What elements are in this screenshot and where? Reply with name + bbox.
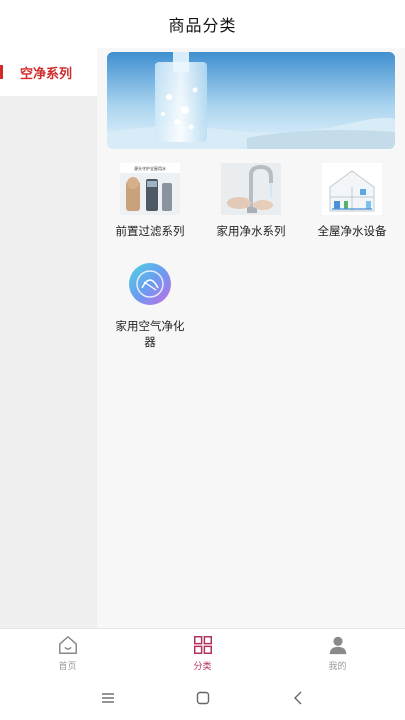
header: 商品分类 [0, 0, 405, 48]
sidebar-item-label: 空净系列 [20, 66, 73, 82]
category-sidebar: 空净系列 [0, 48, 97, 628]
category-label: 家用净水系列 [216, 224, 286, 238]
house-water-system-image [322, 163, 382, 215]
tab-label: 首页 [58, 662, 77, 672]
category-pre-filter[interactable]: 源头守护全屋用水 前置过滤系列 [105, 163, 195, 239]
category-home-water[interactable]: 家用净水系列 [206, 163, 296, 239]
selected-indicator [0, 65, 3, 79]
home-icon [58, 636, 77, 654]
image-caption: 源头守护全屋用水 [134, 165, 166, 171]
home-square-icon[interactable] [193, 688, 213, 708]
grid-icon [193, 636, 212, 654]
tab-label: 分类 [193, 662, 212, 672]
category-label: 前置过滤系列 [115, 224, 185, 238]
category-air-purifier[interactable]: 家用空气净化器 [105, 258, 195, 350]
tab-mine[interactable]: 我的 [270, 629, 405, 677]
pre-filter-product-image: 源头守护全屋用水 [120, 163, 180, 215]
page-title: 商品分类 [168, 16, 237, 35]
back-icon[interactable] [288, 688, 308, 708]
category-label: 家用空气净化器 [115, 319, 185, 349]
category-label: 全屋净水设备 [317, 224, 387, 238]
system-navigation-bar [0, 676, 405, 720]
tab-category[interactable]: 分类 [135, 629, 270, 677]
air-purifier-image [120, 258, 180, 310]
category-whole-house[interactable]: 全屋净水设备 [307, 163, 397, 239]
tab-label: 我的 [328, 662, 347, 672]
user-icon [329, 636, 346, 655]
tab-home[interactable]: 首页 [0, 629, 135, 677]
sidebar-item-air-purification[interactable]: 空净系列 [0, 48, 97, 96]
banner-image[interactable] [107, 52, 395, 149]
menu-icon[interactable] [98, 688, 118, 708]
category-content: 源头守护全屋用水 前置过滤系列 家用净水系列 全屋净水设备 家用空气净化器 [97, 48, 405, 628]
bottom-tab-bar: 首页 分类 我的 [0, 628, 405, 677]
faucet-image [221, 163, 281, 215]
